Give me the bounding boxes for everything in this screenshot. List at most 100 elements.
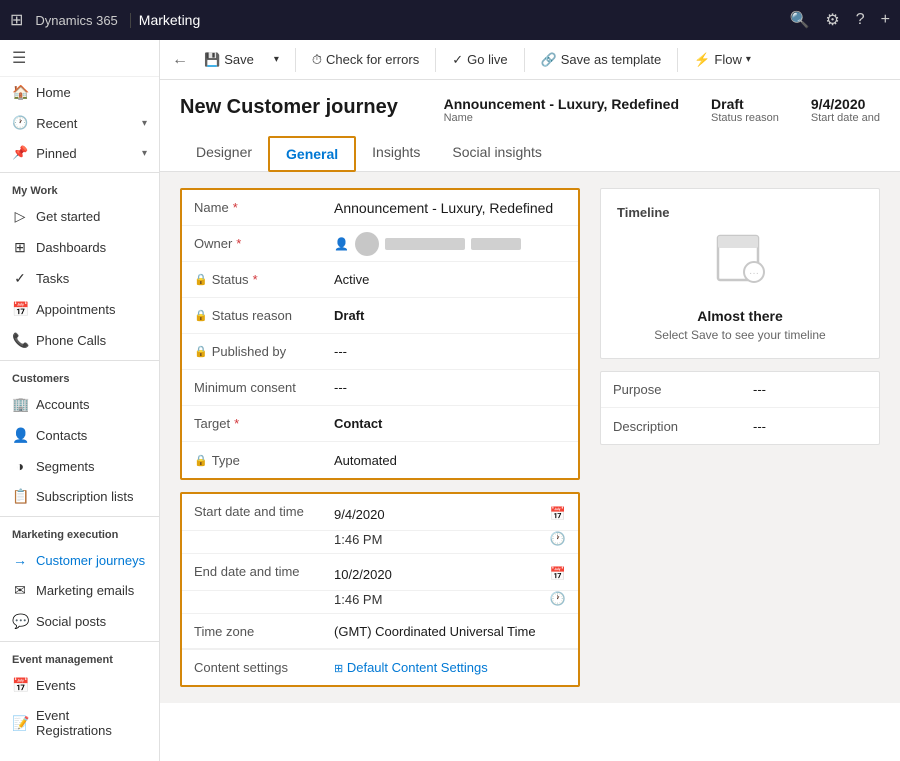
page-header: New Customer journey Announcement - Luxu… (160, 80, 900, 172)
start-date-input[interactable]: 9/4/2020 📅 (334, 506, 566, 522)
save-button[interactable]: 💾 Save (196, 47, 262, 73)
value-owner: 👤 (334, 228, 566, 260)
dashboard-icon: ⊞ (12, 239, 28, 256)
end-date-input[interactable]: 10/2/2020 📅 (334, 566, 566, 582)
save-icon: 💾 (204, 52, 220, 68)
calendar-icon-start[interactable]: 📅 (550, 506, 566, 522)
sidebar-label-events: Events (36, 678, 76, 693)
template-icon: 🔗 (541, 52, 557, 68)
form-row-purpose: Purpose --- (601, 372, 879, 408)
tab-insights[interactable]: Insights (356, 136, 436, 172)
timeline-header: Timeline (617, 205, 670, 220)
sidebar-item-contacts[interactable]: 👤 Contacts (0, 420, 159, 451)
sidebar-item-event-registrations[interactable]: 📝 Event Registrations (0, 701, 159, 745)
form-left: Name * Announcement - Luxury, Redefined … (180, 188, 580, 687)
clock-icon-end[interactable]: 🕐 (550, 591, 566, 607)
save-template-button[interactable]: 🔗 Save as template (533, 47, 670, 73)
timeline-section: Timeline ··· Almost there Select Save to… (600, 188, 880, 359)
sidebar-item-phone-calls[interactable]: 📞 Phone Calls (0, 325, 159, 356)
form-row-owner: Owner * 👤 (182, 226, 578, 262)
sidebar-item-marketing-emails[interactable]: ✉ Marketing emails (0, 575, 159, 606)
help-icon[interactable]: ? (856, 11, 865, 29)
dropdown-arrow-icon: ▾ (274, 54, 279, 65)
form-row-timezone: Time zone (GMT) Coordinated Universal Ti… (182, 613, 578, 649)
save-dropdown-button[interactable]: ▾ (266, 49, 287, 70)
settings-icon[interactable]: ⚙ (825, 10, 839, 30)
flow-label: Flow (714, 52, 741, 67)
tab-general[interactable]: General (268, 136, 356, 172)
sidebar-item-customer-journeys[interactable]: → Customer journeys (0, 545, 159, 575)
lock-icon-published: 🔒 (194, 345, 208, 358)
sidebar-item-appointments[interactable]: 📅 Appointments (0, 294, 159, 325)
meta-name-label: Name (444, 112, 679, 124)
sidebar-item-segments[interactable]: ◑ Segments (0, 451, 159, 481)
sidebar-label-get-started: Get started (36, 209, 100, 224)
form-row-status-reason: 🔒 Status reason Draft (182, 298, 578, 334)
form-section-dates: Start date and time 9/4/2020 📅 (180, 492, 580, 687)
form-row-description: Description --- (601, 408, 879, 444)
required-star-owner: * (236, 236, 241, 251)
lock-icon-status: 🔒 (194, 273, 208, 286)
waffle-icon[interactable]: ⊞ (10, 10, 23, 30)
label-published-by: 🔒 Published by (194, 344, 334, 359)
calendar-icon-end[interactable]: 📅 (550, 566, 566, 582)
status-label-text: Status (212, 272, 249, 287)
value-end-date: 10/2/2020 📅 (334, 562, 566, 586)
command-bar: ← 💾 Save ▾ ⏱ Check for errors ✓ Go live … (160, 40, 900, 80)
add-icon[interactable]: + (881, 11, 890, 29)
label-min-consent: Minimum consent (194, 380, 334, 395)
sidebar-label-marketing-emails: Marketing emails (36, 583, 134, 598)
search-icon[interactable]: 🔍 (789, 10, 809, 30)
value-name[interactable]: Announcement - Luxury, Redefined (334, 196, 566, 220)
value-content-settings[interactable]: ⊞ Default Content Settings (334, 656, 566, 679)
check-errors-button[interactable]: ⏱ Check for errors (304, 47, 427, 73)
status-reason-label-text: Status reason (212, 308, 292, 323)
end-date-text: 10/2/2020 (334, 567, 392, 582)
sidebar-label-subscription-lists: Subscription lists (36, 489, 134, 504)
tab-social-insights[interactable]: Social insights (436, 136, 558, 172)
sidebar-item-home[interactable]: 🏠 Home (0, 77, 159, 108)
sidebar-item-events[interactable]: 📅 Events (0, 670, 159, 701)
value-description: --- (753, 415, 867, 438)
main-content: ← 💾 Save ▾ ⏱ Check for errors ✓ Go live … (160, 40, 900, 761)
start-time-text: 1:46 PM (334, 532, 382, 547)
form-row-start-date: Start date and time 9/4/2020 📅 (182, 494, 578, 531)
page-title: New Customer journey (180, 96, 398, 119)
sidebar-item-subscription-lists[interactable]: 📋 Subscription lists (0, 481, 159, 512)
flow-dropdown-icon: ▾ (746, 54, 751, 65)
content-settings-text[interactable]: Default Content Settings (347, 660, 488, 675)
tabs: Designer General Insights Social insight… (180, 136, 880, 171)
sidebar-item-dashboards[interactable]: ⊞ Dashboards (0, 232, 159, 263)
meta-status: Draft Status reason (711, 96, 779, 124)
sidebar-item-tasks[interactable]: ✓ Tasks (0, 263, 159, 294)
sidebar-item-accounts[interactable]: 🏢 Accounts (0, 389, 159, 420)
tab-designer[interactable]: Designer (180, 136, 268, 172)
save-template-label: Save as template (561, 52, 661, 67)
sidebar-section-events: Event management (0, 646, 159, 670)
sidebar-collapse-btn[interactable]: ☰ (0, 40, 159, 77)
sidebar-item-social-posts[interactable]: 💬 Social posts (0, 606, 159, 637)
value-timezone[interactable]: (GMT) Coordinated Universal Time (334, 620, 566, 643)
divider3 (524, 48, 525, 72)
home-icon: 🏠 (12, 84, 28, 101)
min-consent-label-text: Minimum consent (194, 380, 296, 395)
sidebar-item-recent[interactable]: 🕐 Recent ▾ (0, 108, 159, 138)
svg-text:···: ··· (749, 268, 759, 279)
accounts-icon: 🏢 (12, 396, 28, 413)
play-icon: ▷ (12, 208, 28, 225)
brand: Dynamics 365 Marketing (35, 12, 200, 28)
form-row-target: Target * Contact (182, 406, 578, 442)
back-button[interactable]: ← (172, 51, 188, 69)
flow-button[interactable]: ⚡ Flow ▾ (686, 47, 759, 73)
sidebar-section-mywork: My Work (0, 177, 159, 201)
timeline-subtitle: Select Save to see your timeline (654, 328, 825, 342)
sidebar-label-appointments: Appointments (36, 302, 116, 317)
label-status: 🔒 Status * (194, 272, 334, 287)
clock-icon-start[interactable]: 🕐 (550, 531, 566, 547)
go-live-button[interactable]: ✓ Go live (444, 47, 515, 73)
sidebar-item-pinned[interactable]: 📌 Pinned ▾ (0, 138, 159, 168)
top-nav: ⊞ Dynamics 365 Marketing 🔍 ⚙ ? + (0, 0, 900, 40)
sidebar-item-get-started[interactable]: ▷ Get started (0, 201, 159, 232)
module-name: Marketing (139, 12, 200, 28)
form-row-type: 🔒 Type Automated (182, 442, 578, 478)
